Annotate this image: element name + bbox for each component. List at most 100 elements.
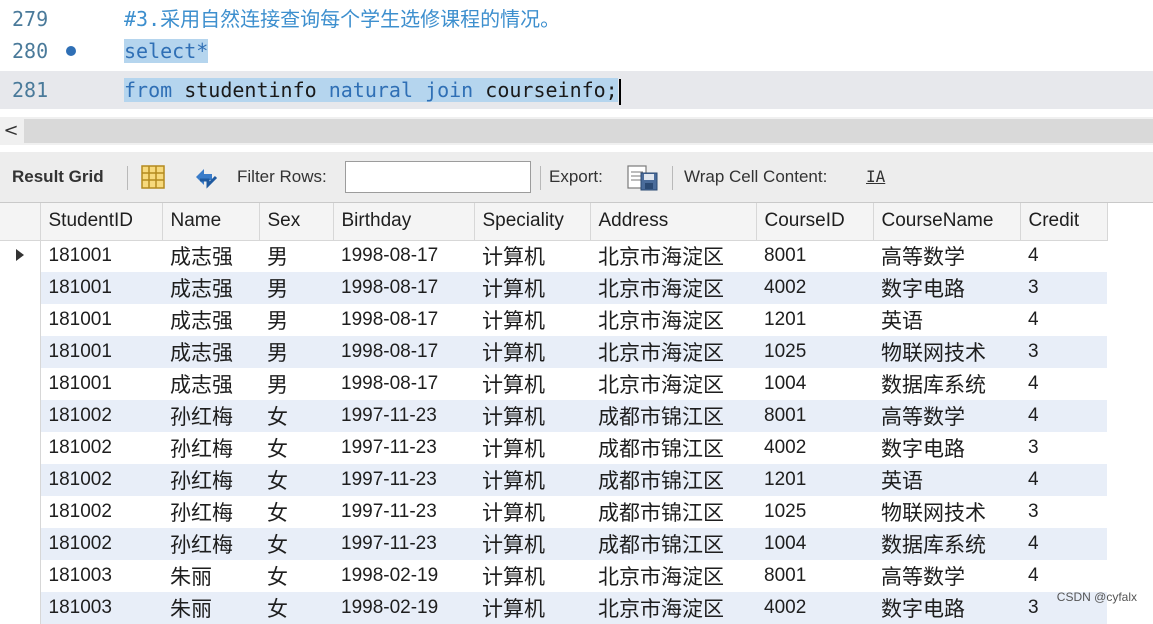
grid-cell[interactable]: 4 — [1020, 240, 1107, 272]
grid-cell[interactable]: 孙红梅 — [162, 432, 259, 464]
grid-cell[interactable]: 北京市海淀区 — [590, 240, 756, 272]
grid-cell[interactable]: 女 — [259, 400, 333, 432]
grid-cell[interactable]: 8001 — [756, 400, 873, 432]
grid-cell[interactable]: 成志强 — [162, 240, 259, 272]
scrollbar-thumb[interactable] — [24, 119, 1153, 143]
grid-cell[interactable]: 3 — [1020, 272, 1107, 304]
grid-cell[interactable]: 1998-02-19 — [333, 560, 474, 592]
grid-cell[interactable]: 1998-08-17 — [333, 240, 474, 272]
grid-cell[interactable]: 成志强 — [162, 304, 259, 336]
grid-cell[interactable]: 1997-11-23 — [333, 400, 474, 432]
grid-cell[interactable]: 男 — [259, 272, 333, 304]
grid-cell[interactable]: 1997-11-23 — [333, 432, 474, 464]
grid-cell[interactable]: 女 — [259, 560, 333, 592]
grid-cell[interactable]: 女 — [259, 464, 333, 496]
grid-cell[interactable]: 数字电路 — [873, 592, 1020, 624]
column-header[interactable]: Speciality — [474, 203, 591, 241]
grid-cell[interactable]: 男 — [259, 336, 333, 368]
grid-cell[interactable]: 4 — [1020, 368, 1107, 400]
grid-cell[interactable]: 北京市海淀区 — [590, 304, 756, 336]
grid-cell[interactable]: 计算机 — [474, 272, 590, 304]
grid-cell[interactable]: 北京市海淀区 — [590, 272, 756, 304]
grid-cell[interactable]: 计算机 — [474, 304, 590, 336]
grid-cell[interactable]: 1998-08-17 — [333, 336, 474, 368]
grid-cell[interactable]: 北京市海淀区 — [590, 368, 756, 400]
grid-cell[interactable]: 计算机 — [474, 464, 590, 496]
grid-cell[interactable]: 4 — [1020, 400, 1107, 432]
grid-cell[interactable]: 4002 — [756, 432, 873, 464]
row-header[interactable] — [0, 496, 41, 528]
grid-cell[interactable]: 1997-11-23 — [333, 496, 474, 528]
grid-cell[interactable]: 4 — [1020, 304, 1107, 336]
grid-cell[interactable]: 计算机 — [474, 528, 590, 560]
row-header[interactable] — [0, 560, 41, 592]
grid-cell[interactable]: 1201 — [756, 464, 873, 496]
grid-cell[interactable]: 成都市锦江区 — [590, 400, 756, 432]
grid-cell[interactable]: 朱丽 — [162, 560, 259, 592]
table-row[interactable]: 181001 成志强男 1998-08-17 计算机 北京市海淀区 1004 数据库系统 4 — [0, 368, 1107, 400]
grid-cell[interactable]: 1998-02-19 — [333, 592, 474, 624]
row-header[interactable] — [0, 528, 41, 560]
row-header[interactable] — [0, 368, 41, 400]
column-header[interactable]: CourseName — [873, 203, 1021, 241]
grid-cell[interactable]: 孙红梅 — [162, 528, 259, 560]
row-header[interactable] — [0, 272, 41, 304]
grid-cell[interactable]: 1997-11-23 — [333, 528, 474, 560]
column-header[interactable]: Sex — [259, 203, 334, 241]
table-row[interactable]: 181002 孙红梅女 1997-11-23 计算机 成都市锦江区 1201 英语 4 — [0, 464, 1107, 496]
grid-cell[interactable]: 计算机 — [474, 432, 590, 464]
grid-cell[interactable]: 成志强 — [162, 272, 259, 304]
code-line-281[interactable]: 281 from studentinfo natural join course… — [0, 71, 1153, 109]
grid-cell[interactable]: 数据库系统 — [873, 528, 1020, 560]
grid-cell[interactable]: 4002 — [756, 592, 873, 624]
export-icon[interactable] — [627, 164, 658, 191]
grid-cell[interactable]: 1025 — [756, 336, 873, 368]
grid-cell[interactable]: 男 — [259, 240, 333, 272]
grid-cell[interactable]: 1025 — [756, 496, 873, 528]
grid-cell[interactable]: 4002 — [756, 272, 873, 304]
table-row[interactable]: 181002 孙红梅女 1997-11-23 计算机 成都市锦江区 4002 数字电路 3 — [0, 432, 1107, 464]
scroll-left-arrow-icon[interactable]: < — [0, 117, 22, 145]
grid-cell[interactable]: 1004 — [756, 368, 873, 400]
table-row[interactable]: 181001 成志强男 1998-08-17 计算机 北京市海淀区 4002 数字电路 3 — [0, 272, 1107, 304]
sql-from-clause[interactable]: from studentinfo natural join courseinfo… — [124, 71, 621, 109]
grid-cell[interactable]: 成志强 — [162, 368, 259, 400]
grid-cell[interactable]: 181002 — [40, 432, 162, 464]
sql-editor[interactable]: 279 #3.采用自然连接查询每个学生选修课程的情况。 280 select* … — [0, 0, 1153, 114]
statement-marker-icon[interactable] — [66, 46, 76, 56]
grid-cell[interactable]: 高等数学 — [873, 400, 1020, 432]
grid-cell[interactable]: 181002 — [40, 400, 162, 432]
wrap-cell-toggle-icon[interactable]: IA — [866, 152, 885, 202]
grid-cell[interactable]: 数据库系统 — [873, 368, 1020, 400]
grid-cell[interactable]: 1201 — [756, 304, 873, 336]
grid-cell[interactable]: 181001 — [40, 240, 162, 272]
grid-cell[interactable]: 3 — [1020, 336, 1107, 368]
grid-cell[interactable]: 1004 — [756, 528, 873, 560]
grid-cell[interactable]: 4 — [1020, 528, 1107, 560]
grid-cell[interactable]: 181001 — [40, 272, 162, 304]
row-header[interactable] — [0, 240, 41, 272]
row-header[interactable] — [0, 400, 41, 432]
column-header[interactable]: Birthday — [333, 203, 475, 241]
table-row[interactable]: 181003 朱丽女 1998-02-19 计算机 北京市海淀区 4002 数字电路 3 — [0, 592, 1107, 624]
grid-cell[interactable]: 计算机 — [474, 400, 590, 432]
refresh-icon[interactable] — [192, 164, 218, 190]
grid-cell[interactable]: 成都市锦江区 — [590, 528, 756, 560]
grid-cell[interactable]: 北京市海淀区 — [590, 592, 756, 624]
grid-cell[interactable]: 181002 — [40, 464, 162, 496]
grid-cell[interactable]: 北京市海淀区 — [590, 336, 756, 368]
column-header[interactable]: Credit — [1020, 203, 1108, 241]
grid-cell[interactable]: 女 — [259, 496, 333, 528]
grid-cell[interactable]: 男 — [259, 304, 333, 336]
grid-cell[interactable]: 成都市锦江区 — [590, 496, 756, 528]
column-header[interactable]: Name — [162, 203, 260, 241]
grid-cell[interactable]: 英语 — [873, 304, 1020, 336]
grid-cell[interactable]: 男 — [259, 368, 333, 400]
table-row[interactable]: 181001 成志强男 1998-08-17 计算机 北京市海淀区 8001 高等数学 4 — [0, 240, 1107, 272]
table-row[interactable]: 181002 孙红梅女 1997-11-23 计算机 成都市锦江区 1004 数据库系统 4 — [0, 528, 1107, 560]
grid-cell[interactable]: 3 — [1020, 432, 1107, 464]
grid-cell[interactable]: 成都市锦江区 — [590, 464, 756, 496]
grid-cell[interactable]: 高等数学 — [873, 240, 1020, 272]
grid-cell[interactable]: 181003 — [40, 592, 162, 624]
code-line-280[interactable]: 280 select* — [0, 32, 1153, 70]
